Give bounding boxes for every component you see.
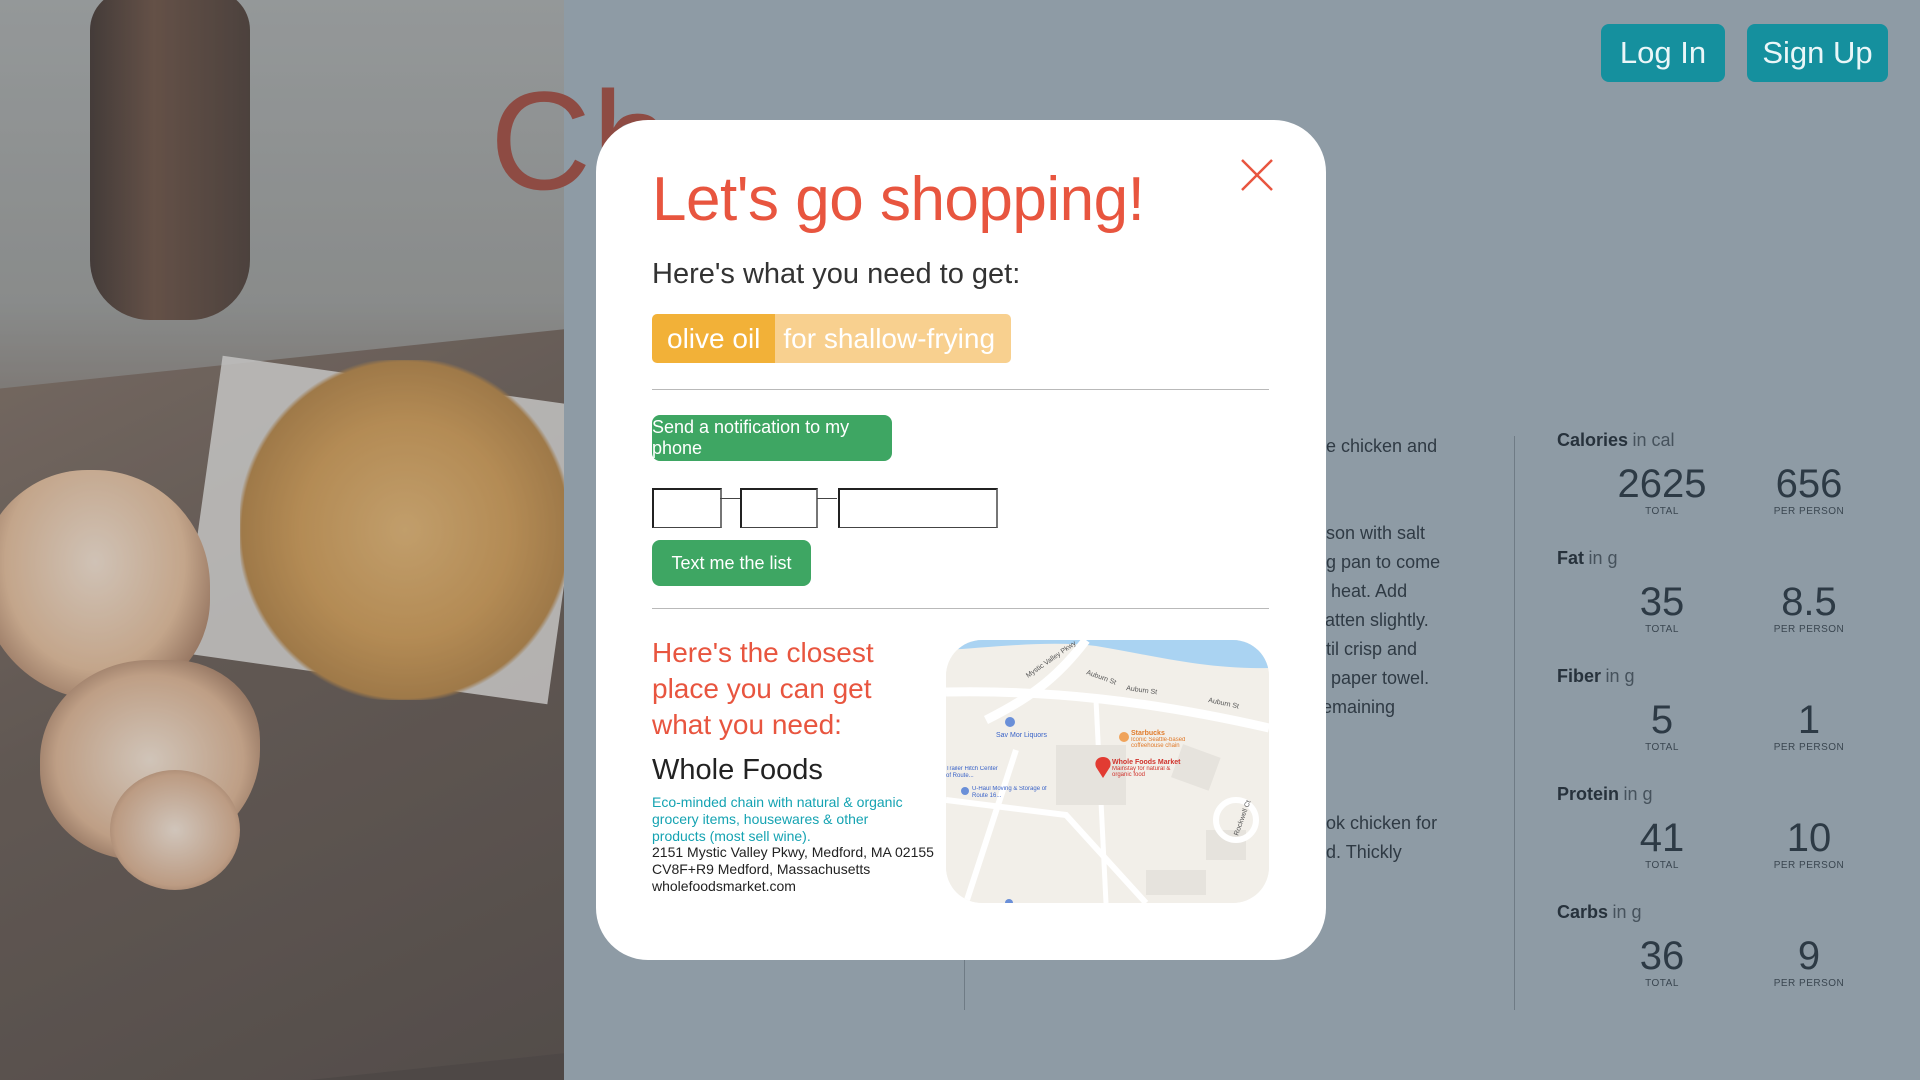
nutrient-total: 2625: [1617, 462, 1707, 506]
per-person-caption: PER PERSON: [1773, 506, 1845, 517]
instruction-line: n heat. Add: [1316, 581, 1408, 601]
per-person-caption: PER PERSON: [1773, 860, 1845, 871]
nutrition-protein: Protein in g 41 TOTAL 10 PER PERSON: [1557, 784, 1887, 902]
nutrient-total: 35: [1639, 580, 1685, 624]
text-list-button[interactable]: Text me the list: [652, 540, 811, 586]
column-divider: [1514, 436, 1515, 1010]
nutrient-total: 36: [1639, 934, 1685, 978]
nutrition-calories: Calories in cal 2625 TOTAL 656 PER PERSON: [1557, 430, 1887, 548]
phone-separator: [720, 498, 740, 499]
per-person-caption: PER PERSON: [1773, 742, 1845, 753]
instruction-line: ntil crisp and: [1316, 639, 1418, 659]
nutrient-per-person: 1: [1797, 698, 1821, 742]
total-caption: TOTAL: [1645, 742, 1679, 753]
divider: [652, 389, 1269, 390]
recipe-instructions: he chicken and ason with salt ng pan to …: [1316, 432, 1506, 867]
per-person-caption: PER PERSON: [1773, 978, 1845, 989]
login-button[interactable]: Log In: [1601, 24, 1725, 82]
store-plus-code: CV8F+R9 Medford, Massachusetts: [652, 861, 871, 877]
divider: [652, 608, 1269, 609]
ingredient-name: olive oil: [652, 314, 776, 363]
instruction-line: ed. Thickly: [1316, 842, 1402, 862]
instruction-line: ook chicken for: [1316, 813, 1438, 833]
total-caption: TOTAL: [1645, 624, 1679, 635]
total-caption: TOTAL: [1645, 860, 1679, 871]
recipe-photo: [0, 0, 564, 1080]
nutrition-fiber: Fiber in g 5 TOTAL 1 PER PERSON: [1557, 666, 1887, 784]
map-canvas: Mystic Valley Pkwy Auburn St Auburn St A…: [946, 640, 1269, 903]
place-desc: Iconic Seattle-based coffeehouse chain: [1131, 737, 1186, 749]
nutrient-per-person: 656: [1775, 462, 1843, 506]
close-icon: [1241, 159, 1273, 191]
nutrient-per-person: 9: [1797, 934, 1821, 978]
nutrient-unit: in g: [1605, 666, 1635, 686]
instruction-line: a paper towel.: [1316, 668, 1430, 688]
ingredient-tag: olive oil for shallow-frying: [652, 314, 1012, 363]
shopping-modal: Let's go shopping! Here's what you need …: [596, 120, 1326, 960]
phone-separator: [817, 498, 837, 499]
send-notification-button[interactable]: Send a notification to my phone: [652, 415, 892, 461]
nutrient-label: Fat: [1557, 548, 1584, 568]
modal-title: Let's go shopping!: [652, 165, 1145, 234]
nutrient-unit: in g: [1623, 784, 1653, 804]
nutrition-fat: Fat in g 35 TOTAL 8.5 PER PERSON: [1557, 548, 1887, 666]
photo-dim-overlay: [0, 0, 564, 1080]
signup-button[interactable]: Sign Up: [1747, 24, 1888, 82]
place-label: Sav Mor Liquors: [996, 732, 1047, 739]
modal-subtitle: Here's what you need to get:: [652, 258, 1021, 290]
total-caption: TOTAL: [1645, 978, 1679, 989]
nutrient-unit: in g: [1588, 548, 1618, 568]
nutrient-label: Fiber: [1557, 666, 1602, 686]
place-label: Starbucks: [1131, 730, 1165, 737]
instruction-line: flatten slightly.: [1316, 610, 1429, 630]
store-details: 2151 Mystic Valley Pkwy, Medford, MA 021…: [652, 844, 942, 895]
nutrition-panel: Calories in cal 2625 TOTAL 656 PER PERSON …: [1557, 430, 1887, 1020]
phone-line-input[interactable]: [838, 488, 998, 528]
instruction-line: remaining: [1316, 697, 1396, 717]
nutrient-total: 41: [1639, 816, 1685, 860]
nutrition-carbs: Carbs in g 36 TOTAL 9 PER PERSON: [1557, 902, 1887, 1020]
store-website[interactable]: wholefoodsmarket.com: [652, 878, 942, 895]
per-person-caption: PER PERSON: [1773, 624, 1845, 635]
place-label: Trailer Hitch Center of Route...: [946, 766, 998, 779]
nutrient-per-person: 8.5: [1781, 580, 1837, 624]
phone-prefix-input[interactable]: [740, 488, 818, 528]
instruction-line: he chicken and: [1316, 436, 1438, 456]
nutrient-per-person: 10: [1786, 816, 1832, 860]
store-address: 2151 Mystic Valley Pkwy, Medford, MA 021…: [652, 844, 934, 860]
instruction-line: ng pan to come: [1316, 552, 1441, 572]
store-description: Eco-minded chain with natural & organic …: [652, 794, 903, 844]
instruction-line: ason with salt: [1316, 523, 1426, 543]
nutrient-label: Calories: [1557, 430, 1629, 450]
store-name: Whole Foods: [652, 754, 823, 786]
nutrient-unit: in g: [1612, 902, 1642, 922]
phone-area-code-input[interactable]: [652, 488, 722, 528]
nutrient-total: 5: [1650, 698, 1674, 742]
total-caption: TOTAL: [1645, 506, 1679, 517]
nutrient-label: Carbs: [1557, 902, 1609, 922]
map-pin-icon: [961, 787, 969, 795]
nutrient-unit: in cal: [1632, 430, 1675, 450]
place-desc: Mainstay for natural & organic food: [1112, 766, 1171, 778]
ingredient-note: for shallow-frying: [775, 314, 1012, 363]
nutrient-label: Protein: [1557, 784, 1620, 804]
closest-store-heading: Here's the closest place you can get wha…: [652, 637, 874, 740]
close-button[interactable]: [1240, 158, 1274, 192]
map-pin-icon: [1005, 717, 1015, 727]
store-map[interactable]: Mystic Valley Pkwy Auburn St Auburn St A…: [946, 640, 1269, 903]
map-pin-icon: [1119, 732, 1129, 742]
place-label: Whole Foods Market: [1112, 759, 1181, 766]
place-label: U-Haul Moving & Storage of Route 16...: [972, 786, 1047, 799]
